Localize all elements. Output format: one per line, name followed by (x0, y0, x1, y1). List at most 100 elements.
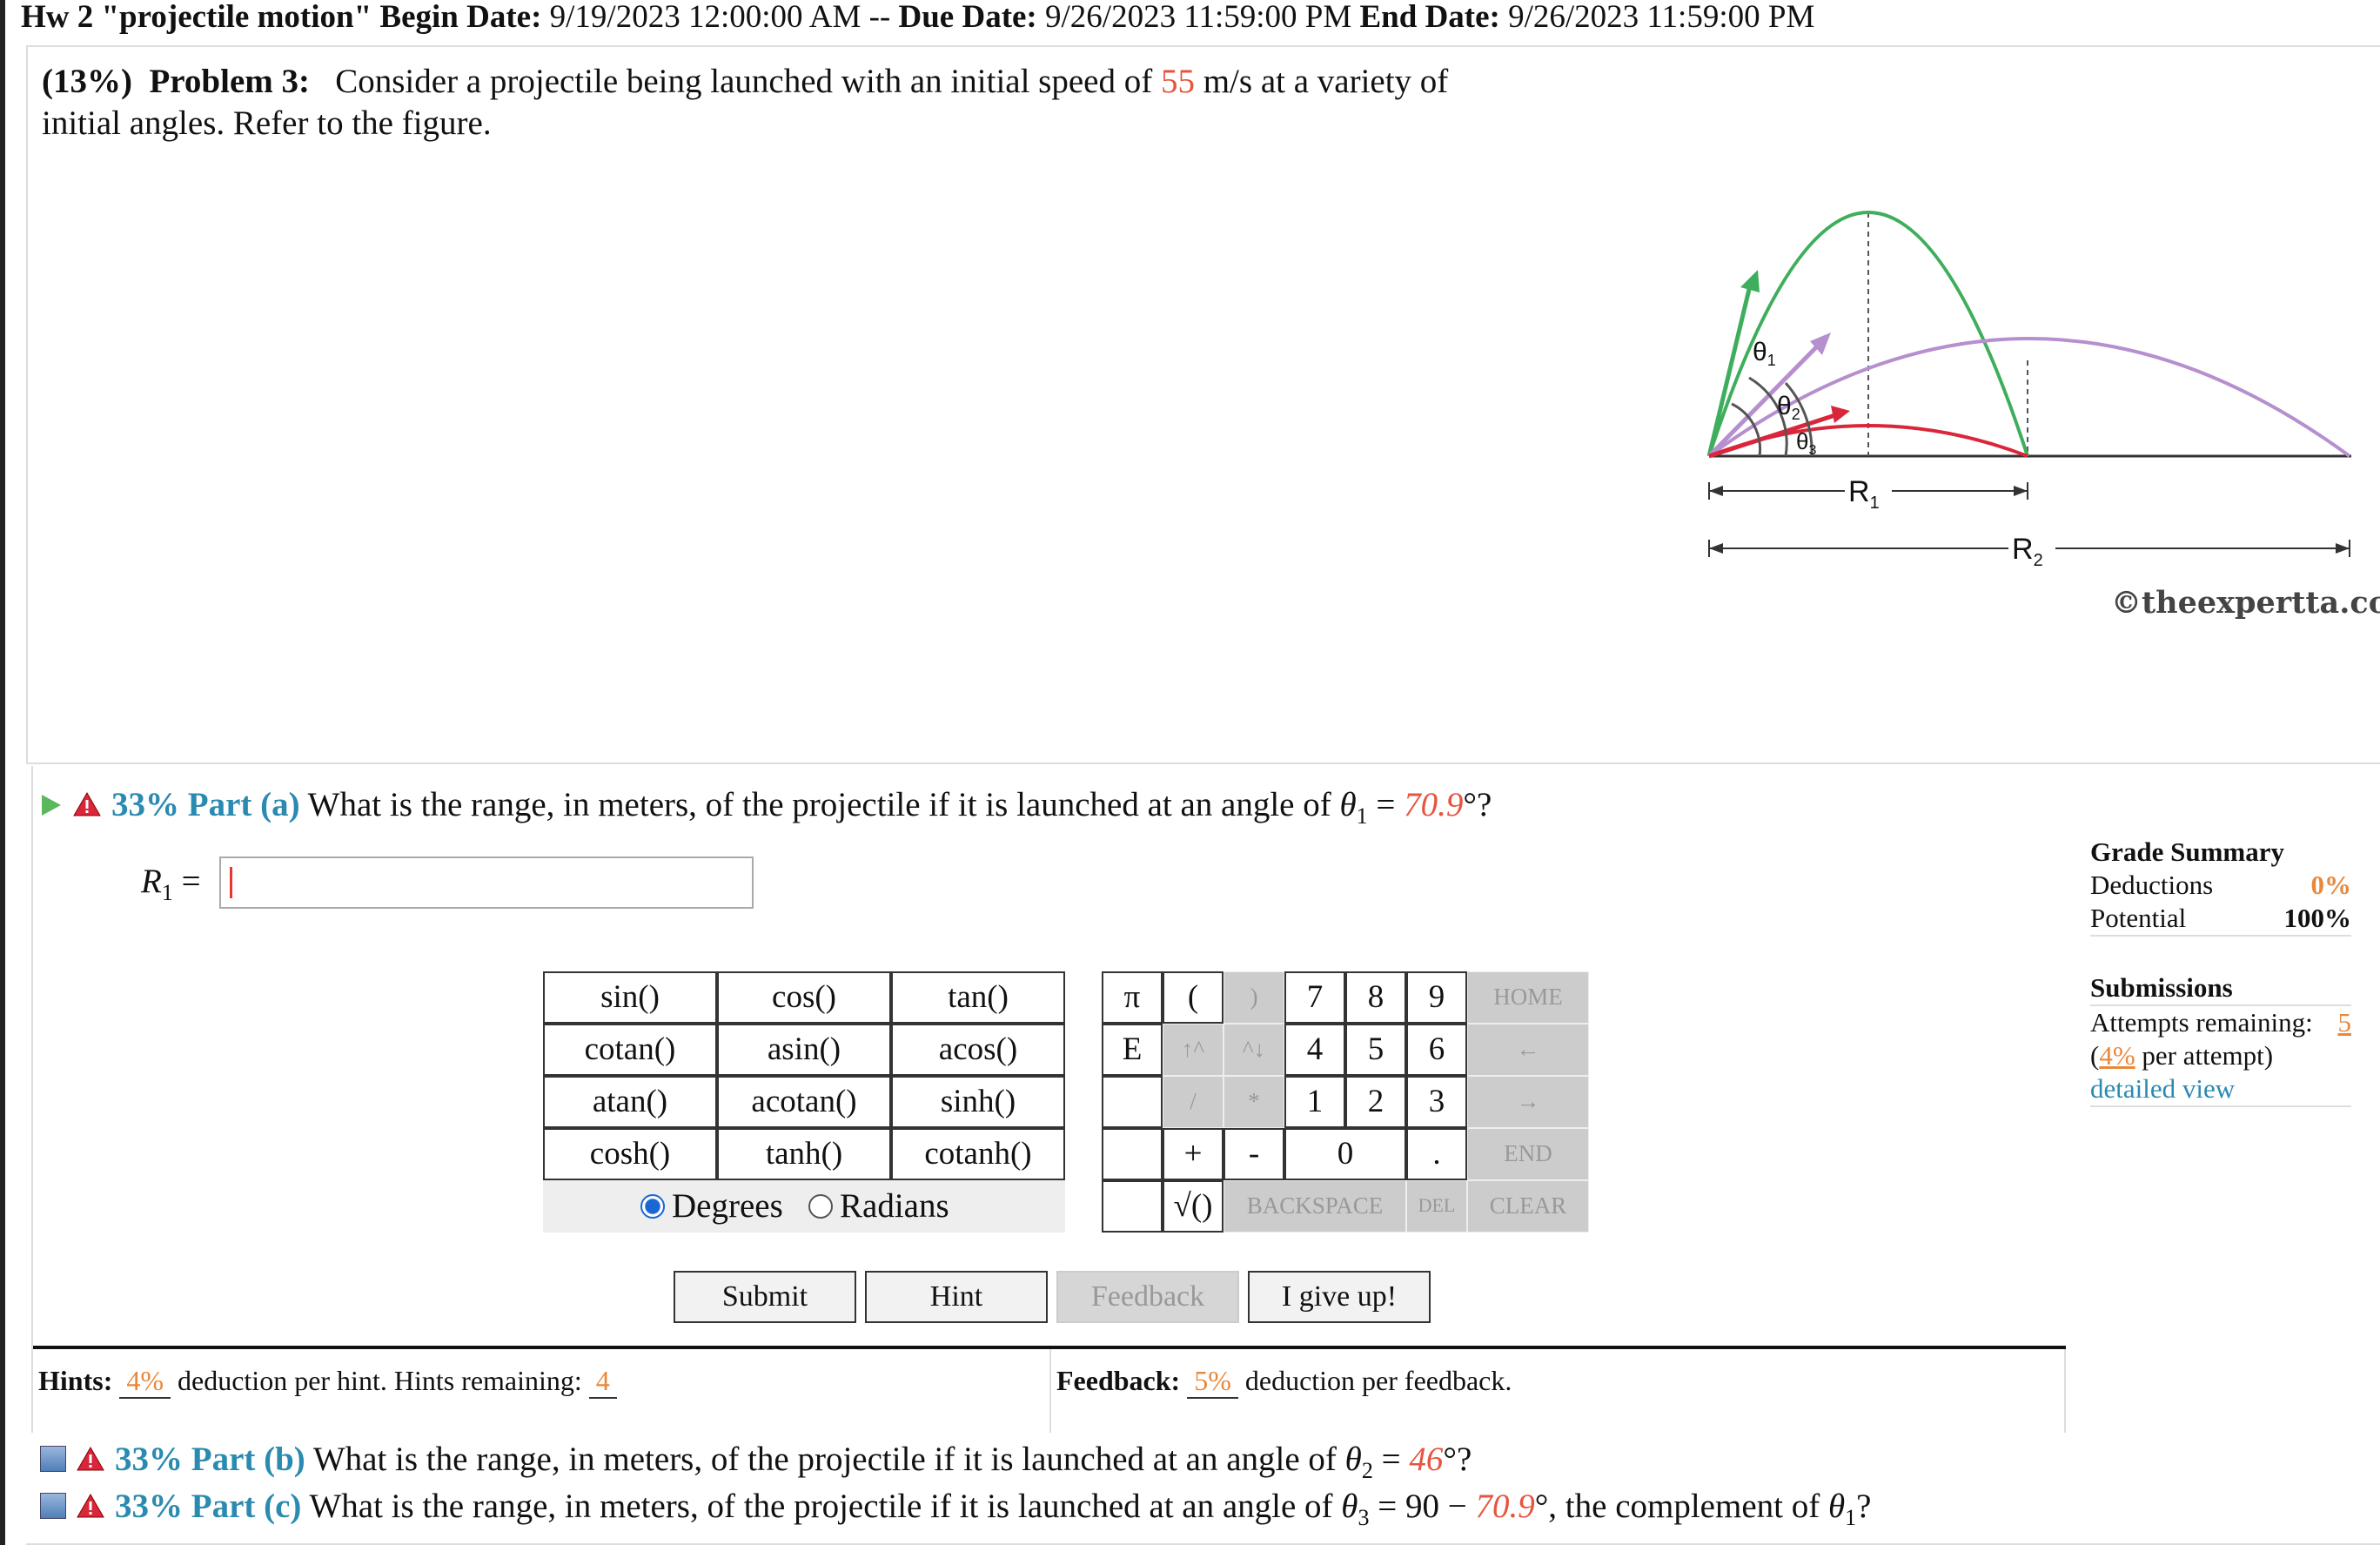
part-c-angle-value: 70.9 (1475, 1488, 1535, 1525)
trajectory-theta1 (1707, 211, 2029, 457)
key-blank-2 (1102, 1128, 1163, 1180)
hints-deduction-pct: 4% (119, 1365, 171, 1399)
theta1-label: θ1 (1753, 338, 1776, 369)
key-9[interactable]: 9 (1406, 971, 1467, 1024)
part-b-question-text: What is the range, in meters, of the pro… (312, 1441, 1337, 1478)
key-cosh[interactable]: cosh() (543, 1128, 717, 1180)
initial-speed-value: 55 (1160, 63, 1195, 100)
part-a-percent: 33% (111, 786, 179, 823)
key-5[interactable]: 5 (1345, 1024, 1406, 1076)
part-b-percent: 33% (115, 1441, 183, 1478)
feedback-info: Feedback: 5% deduction per feedback. (1056, 1365, 1512, 1399)
part-b-angle-value: 46 (1409, 1441, 1444, 1478)
key-acotan[interactable]: acotan() (717, 1076, 891, 1128)
begin-date-value: 9/19/2023 12:00:00 AM (549, 0, 861, 35)
key-tanh[interactable]: tanh() (717, 1128, 891, 1180)
header-separator: -- (868, 0, 891, 35)
answer-label: R1 = (141, 863, 201, 905)
key-sinh[interactable]: sinh() (891, 1076, 1065, 1128)
hw-label: Hw 2 "projectile motion" (21, 0, 372, 35)
key-home[interactable]: HOME (1467, 971, 1589, 1024)
problem-label: Problem 3: (149, 63, 310, 100)
r2-label: R2 (2012, 533, 2043, 570)
key-6[interactable]: 6 (1406, 1024, 1467, 1076)
key-multiply[interactable]: * (1224, 1076, 1284, 1128)
section-divider (26, 762, 2380, 764)
expand-icon[interactable] (40, 1446, 66, 1473)
key-clear[interactable]: CLEAR (1467, 1180, 1589, 1233)
key-del[interactable]: DEL (1406, 1180, 1467, 1233)
key-left-arrow[interactable]: ← (1467, 1024, 1589, 1076)
part-a-question-text: What is the range, in meters, of the pro… (307, 786, 1331, 823)
hints-text: deduction per hint. Hints remaining: (178, 1365, 582, 1396)
key-close-paren[interactable]: ) (1224, 971, 1284, 1024)
key-e[interactable]: E (1102, 1024, 1163, 1076)
grade-summary: Grade Summary Deductions 0% Potential 100%… (2090, 836, 2351, 1107)
key-right-arrow[interactable]: → (1467, 1076, 1589, 1128)
key-3[interactable]: 3 (1406, 1076, 1467, 1128)
angle-mode-row: Degrees Radians (543, 1180, 1065, 1233)
key-atan[interactable]: atan() (543, 1076, 717, 1128)
part-c-theta: θ (1341, 1488, 1358, 1525)
expand-icon[interactable] (40, 1493, 66, 1520)
key-1[interactable]: 1 (1284, 1076, 1345, 1128)
key-dot[interactable]: . (1406, 1128, 1467, 1180)
key-cotanh[interactable]: cotanh() (891, 1128, 1065, 1180)
part-a-eq: = (1376, 786, 1396, 823)
deductions-value: 0% (2310, 870, 2352, 900)
key-end[interactable]: END (1467, 1128, 1589, 1180)
due-date-value: 9/26/2023 11:59:00 PM (1045, 0, 1352, 35)
grade-summary-title: Grade Summary (2090, 836, 2285, 867)
feedback-divider (1049, 1349, 1051, 1433)
key-divide[interactable]: / (1163, 1076, 1224, 1128)
submit-button[interactable]: Submit (674, 1271, 856, 1323)
key-8[interactable]: 8 (1345, 971, 1406, 1024)
hints-label: Hints: (38, 1365, 113, 1396)
key-cotan[interactable]: cotan() (543, 1024, 717, 1076)
part-c-label: Part (c) (191, 1488, 302, 1525)
problem-statement: (13%) Problem 3: Consider a projectile b… (42, 61, 1521, 144)
play-icon[interactable] (42, 795, 61, 816)
give-up-button[interactable]: I give up! (1248, 1271, 1431, 1323)
key-minus[interactable]: - (1224, 1128, 1284, 1180)
key-cos[interactable]: cos() (717, 971, 891, 1024)
key-tan[interactable]: tan() (891, 971, 1065, 1024)
key-pi[interactable]: π (1102, 971, 1163, 1024)
degrees-radio[interactable] (640, 1194, 665, 1219)
degrees-label: Degrees (672, 1187, 783, 1225)
warning-icon (73, 792, 101, 816)
projectile-figure: θ1 θ2 θ3 R1 R2 (1706, 211, 2351, 570)
key-4[interactable]: 4 (1284, 1024, 1345, 1076)
hints-remaining: 4 (588, 1365, 617, 1399)
key-sqrt[interactable]: √() (1163, 1180, 1224, 1233)
key-open-paren[interactable]: ( (1163, 971, 1224, 1024)
key-backspace[interactable]: BACKSPACE (1224, 1180, 1406, 1233)
theta3-label: θ3 (1796, 428, 1816, 458)
key-7[interactable]: 7 (1284, 971, 1345, 1024)
hint-button[interactable]: Hint (865, 1271, 1048, 1323)
key-acos[interactable]: acos() (891, 1024, 1065, 1076)
key-down[interactable]: ^↓ (1224, 1024, 1284, 1076)
key-0[interactable]: 0 (1284, 1128, 1406, 1180)
warning-icon (77, 1494, 104, 1518)
attempts-remaining-value: 5 (2337, 1007, 2352, 1038)
part-c-question[interactable]: 33% Part (c) What is the range, in meter… (40, 1485, 1871, 1540)
key-up[interactable]: ↑^ (1163, 1024, 1224, 1076)
key-2[interactable]: 2 (1345, 1076, 1406, 1128)
end-date-value: 9/26/2023 11:59:00 PM (1508, 0, 1815, 35)
part-a-panel: 33% Part (a) What is the range, in meter… (31, 766, 2380, 1433)
detailed-view-link[interactable]: detailed view (2090, 1073, 2235, 1104)
key-asin[interactable]: asin() (717, 1024, 891, 1076)
attempts-remaining-label: Attempts remaining: (2090, 1007, 2313, 1038)
feedback-label: Feedback: (1056, 1365, 1181, 1396)
part-a-question: 33% Part (a) What is the range, in meter… (42, 783, 1492, 838)
answer-input[interactable] (219, 856, 754, 909)
per-attempt-text: per attempt) (2142, 1040, 2274, 1071)
key-sin[interactable]: sin() (543, 971, 717, 1024)
part-c-question-text: What is the range, in meters, of the pro… (309, 1488, 1333, 1525)
left-edge-border (0, 0, 5, 1545)
hints-info: Hints: 4% deduction per hint. Hints rema… (38, 1365, 617, 1399)
radians-radio[interactable] (808, 1194, 834, 1219)
key-plus[interactable]: + (1163, 1128, 1224, 1180)
feedback-button[interactable]: Feedback (1056, 1271, 1239, 1323)
